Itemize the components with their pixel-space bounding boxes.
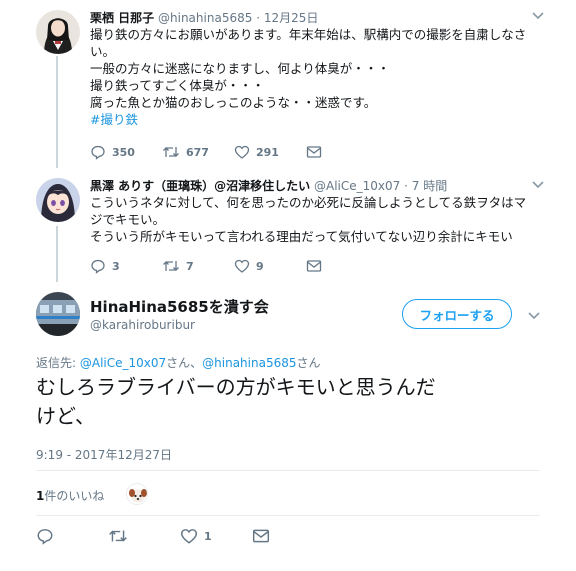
replying-prefix: 返信先: <box>36 356 80 370</box>
tweet-actions: 1 <box>36 527 270 545</box>
tweet-text: 撮り鉄の方々にお願いがあります。年末年始は、駅構内での撮影を自粛しなさ い。 一… <box>90 26 526 128</box>
divider <box>36 470 540 471</box>
retweet-icon <box>163 261 179 271</box>
replying-suffix: さん <box>296 356 321 370</box>
like-count: 9 <box>256 259 264 273</box>
dm-button[interactable] <box>306 259 322 273</box>
dm-button[interactable] <box>252 528 270 544</box>
avatar[interactable] <box>36 292 80 336</box>
retweet-button[interactable]: 7 <box>162 258 234 274</box>
replying-separator: さん、 <box>166 356 203 370</box>
hashtag-link[interactable]: #撮り鉄 <box>90 111 526 128</box>
retweet-count: 7 <box>186 259 194 273</box>
tweet-text-line: 撮り鉄の方々にお願いがあります。年末年始は、駅構内での撮影を自粛しなさ <box>90 27 527 42</box>
retweet-icon <box>163 147 179 157</box>
reply-count: 3 <box>112 259 120 273</box>
tweet-text-line: けど、 <box>36 404 95 428</box>
tweet-text-line: ジでキモい。 <box>90 212 166 227</box>
follow-button[interactable]: フォローする <box>402 299 512 329</box>
tweet-timestamp[interactable]: 9:19 - 2017年12月27日 <box>36 446 172 463</box>
user-handle[interactable]: @karahiroburibur <box>90 318 195 332</box>
tweet-header: 黒澤 ありす（亜璃珠）@沼津移住したい @AliCe_10x07 · 7 時間 <box>90 179 448 193</box>
display-name[interactable]: HinaHina5685を潰す会 <box>90 296 269 317</box>
divider <box>36 515 540 516</box>
tweet-text-line: 腐った魚とか猫のおしっこのような・・迷惑です。 <box>90 95 377 110</box>
mention-link[interactable]: @AliCe_10x07 <box>80 356 166 370</box>
thread-line <box>56 56 58 168</box>
like-button[interactable]: 9 <box>234 258 306 274</box>
like-count: 1 <box>204 529 212 543</box>
retweet-button[interactable] <box>108 527 180 545</box>
reply-icon <box>91 145 105 160</box>
avatar[interactable] <box>36 10 80 54</box>
tweet-text: むしろラブライバーの方がキモいと思うんだ けど、 <box>36 373 556 431</box>
reply-button[interactable]: 350 <box>90 144 162 160</box>
tweet-text-line: こういうネタに対して、何を思ったのか必死に反論しようとしてる鉄ヲタはマ <box>90 195 527 210</box>
display-name[interactable]: 黒澤 ありす（亜璃珠）@沼津移住したい <box>90 179 310 193</box>
like-button[interactable]: 1 <box>180 527 252 545</box>
tweet-actions: 350 677 291 <box>90 144 322 160</box>
tweet-header: 栗栖 日那子 @hinahina5685 · 12月25日 <box>90 11 319 25</box>
caret-down-icon[interactable] <box>532 9 544 23</box>
tweet-text-line: い。 <box>90 44 116 59</box>
dm-icon <box>306 260 322 272</box>
tweet-date[interactable]: 12月25日 <box>264 11 319 25</box>
reply-button[interactable] <box>36 527 108 545</box>
tweet-text-line: 撮り鉄ってすごく体臭が・・・ <box>90 78 265 93</box>
tweet-actions: 3 7 9 <box>90 258 322 274</box>
like-icon <box>234 145 250 159</box>
avatar[interactable] <box>36 178 80 222</box>
liker-avatar[interactable] <box>126 483 148 505</box>
tweet-date[interactable]: 7 時間 <box>412 179 447 193</box>
retweet-icon <box>109 530 127 542</box>
user-handle[interactable]: @hinahina5685 <box>158 11 252 25</box>
caret-down-icon[interactable] <box>528 309 540 323</box>
user-handle[interactable]: @AliCe_10x07 <box>314 179 400 193</box>
reply-button[interactable]: 3 <box>90 258 162 274</box>
thread-line <box>56 226 58 282</box>
like-button[interactable]: 291 <box>234 144 306 160</box>
mention-link[interactable]: @hinahina5685 <box>202 356 296 370</box>
reply-icon <box>91 259 105 274</box>
tweet-text-line: そういう所がキモいって言われる理由だって気付いてない辺り余計にキモい <box>90 229 513 244</box>
dm-icon <box>306 146 322 158</box>
likes-label: 件のいいね <box>44 489 105 503</box>
tweet-text: こういうネタに対して、何を思ったのか必死に反論しようとしてる鉄ヲタはマ ジでキモ… <box>90 194 526 245</box>
retweet-button[interactable]: 677 <box>162 144 234 160</box>
dm-button[interactable] <box>306 145 322 159</box>
caret-down-icon[interactable] <box>532 178 544 192</box>
reply-icon <box>37 529 53 545</box>
like-count: 291 <box>256 145 279 159</box>
retweet-count: 677 <box>186 145 209 159</box>
likes-summary[interactable]: 1件のいいね <box>36 487 104 504</box>
like-icon <box>180 529 198 544</box>
reply-count: 350 <box>112 145 135 159</box>
tweet-text-line: むしろラブライバーの方がキモいと思うんだ <box>36 375 436 399</box>
display-name[interactable]: 栗栖 日那子 <box>90 11 154 25</box>
dm-icon <box>252 529 270 543</box>
tweet-text-line: 一般の方々に迷惑になりますし、何より体臭が・・・ <box>90 61 390 76</box>
replying-to: 返信先: @AliCe_10x07さん、@hinahina5685さん <box>36 354 321 371</box>
like-icon <box>234 259 250 273</box>
